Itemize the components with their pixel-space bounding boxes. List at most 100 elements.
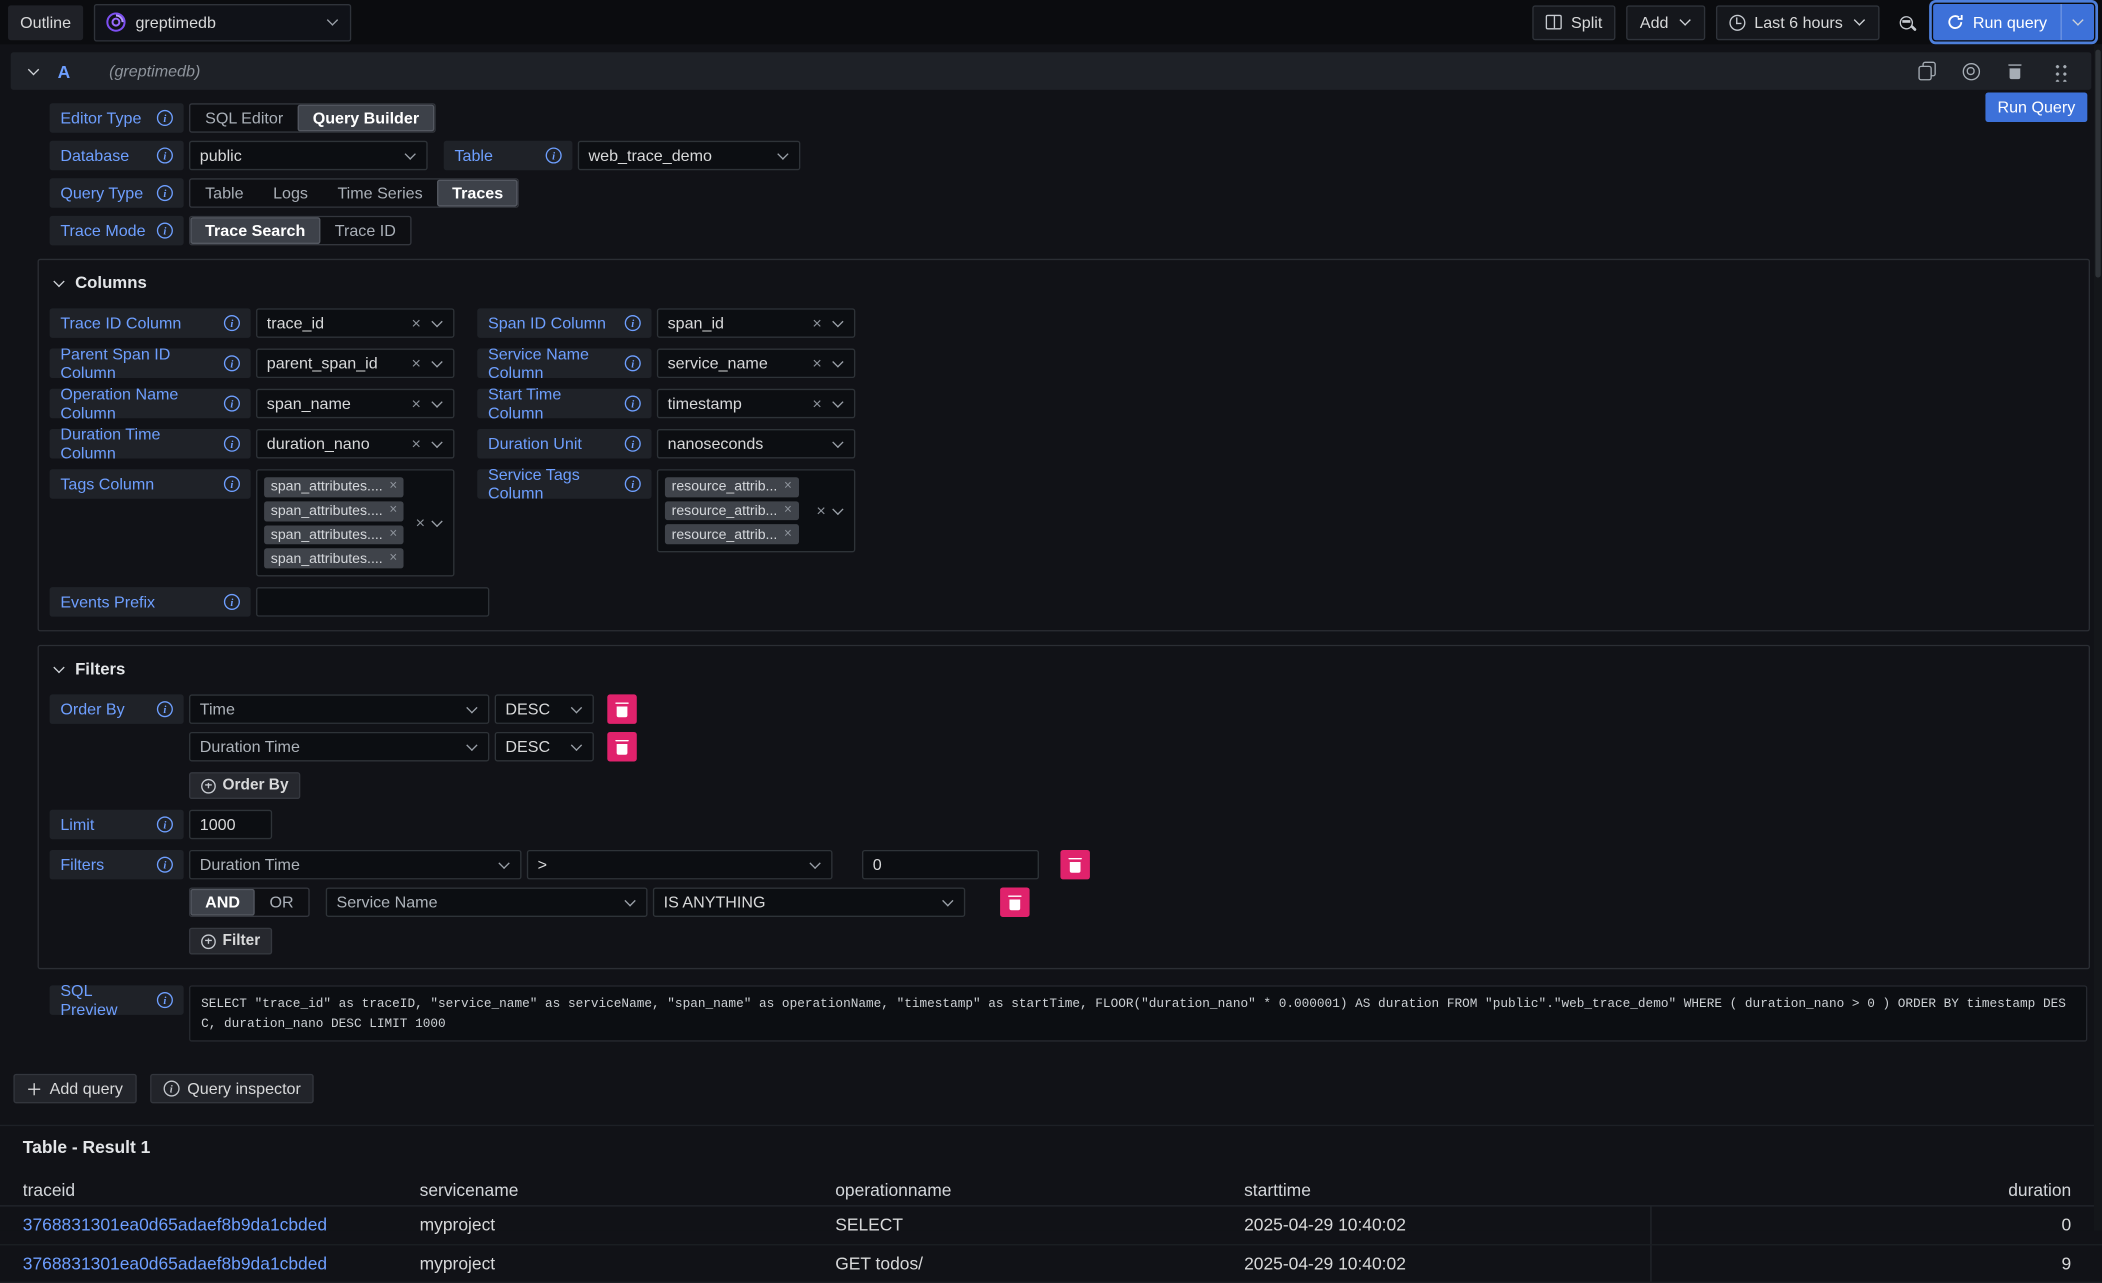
remove-tag-icon[interactable] [389,528,397,541]
add-filter-button[interactable]: Filter [189,928,272,955]
add-order-by-button[interactable]: Order By [189,772,301,799]
remove-order-by-button[interactable] [607,694,636,723]
traceid-link[interactable]: 3768831301ea0d65adaef8b9da1cbded [23,1215,327,1235]
info-icon[interactable] [625,436,641,452]
table-select[interactable]: web_trace_demo [578,141,801,170]
clear-icon[interactable] [412,355,421,371]
radio-option-traces[interactable]: Traces [437,180,517,207]
tags-column-multiselect[interactable]: span_attributes.... span_attributes.... … [256,469,454,576]
clear-icon[interactable] [412,315,421,331]
add-query-button[interactable]: Add query [13,1074,136,1103]
info-icon[interactable] [224,594,240,610]
clear-icon[interactable] [812,355,821,371]
radio-option-logs[interactable]: Logs [258,180,322,207]
traceid-link[interactable]: 3768831301ea0d65adaef8b9da1cbded [23,1253,327,1273]
info-icon[interactable] [157,147,173,163]
trace-id-column-select[interactable]: trace_id [256,308,454,337]
outline-button[interactable]: Outline [8,5,83,40]
remove-tag-icon[interactable] [784,480,792,493]
start-time-column-select[interactable]: timestamp [657,389,855,418]
duplicate-query-button[interactable] [1910,55,1942,87]
query-row-header[interactable]: A (greptimedb) [11,52,2092,90]
clear-all-icon[interactable] [816,503,825,519]
split-button[interactable]: Split [1532,5,1616,40]
remove-tag-icon[interactable] [784,528,792,541]
remove-order-by-button[interactable] [607,732,636,761]
radio-option-trace-id[interactable]: Trace ID [320,217,411,244]
query-inspector-button[interactable]: Query inspector [150,1074,314,1103]
filter-field-select[interactable]: Service Name [326,887,648,916]
radio-option-and[interactable]: AND [190,889,254,916]
order-by-field-select[interactable]: Time [189,694,489,723]
info-icon[interactable] [224,355,240,371]
service-name-column-select[interactable]: service_name [657,349,855,378]
remove-filter-button[interactable] [1000,887,1029,916]
run-query-dropdown-button[interactable] [2061,4,2095,40]
time-range-button[interactable]: Last 6 hours [1715,5,1879,40]
events-prefix-input[interactable] [256,587,489,616]
info-icon[interactable] [224,395,240,411]
order-by-direction-select[interactable]: DESC [495,694,594,723]
radio-option-trace-search[interactable]: Trace Search [190,217,320,244]
column-header-traceid[interactable]: traceid [0,1179,420,1199]
remove-tag-icon[interactable] [389,552,397,565]
info-icon[interactable] [157,816,173,832]
filter-operator-select[interactable]: > [527,850,833,879]
zoom-out-time-button[interactable] [1890,6,1922,38]
remove-filter-button[interactable] [1060,850,1089,879]
info-icon[interactable] [625,315,641,331]
info-icon[interactable] [157,701,173,717]
remove-tag-icon[interactable] [784,504,792,517]
radio-option-or[interactable]: OR [255,889,309,916]
filters-section-header[interactable]: Filters [52,657,2078,681]
order-by-direction-select[interactable]: DESC [495,732,594,761]
clear-icon[interactable] [412,436,421,452]
order-by-field-select[interactable]: Duration Time [189,732,489,761]
radio-option-table[interactable]: Table [190,180,258,207]
radio-option-time-series[interactable]: Time Series [323,180,438,207]
database-select[interactable]: public [189,141,428,170]
collapse-query-icon[interactable] [27,64,40,77]
info-icon[interactable] [224,476,240,492]
add-button[interactable]: Add [1626,5,1704,40]
filter-value-input[interactable]: 0 [862,850,1039,879]
remove-tag-icon[interactable] [389,504,397,517]
column-header-starttime[interactable]: starttime [1244,1179,1652,1199]
scrollbar-thumb[interactable] [2095,50,2100,278]
info-icon[interactable] [157,857,173,873]
collapse-filters-icon[interactable] [52,662,65,675]
info-icon[interactable] [157,185,173,201]
clear-all-icon[interactable] [416,515,425,531]
operation-name-column-select[interactable]: span_name [256,389,454,418]
collapse-columns-icon[interactable] [52,276,65,289]
info-icon[interactable] [157,992,173,1008]
info-icon[interactable] [157,223,173,239]
column-header-operationname[interactable]: operationname [835,1179,1244,1199]
info-icon[interactable] [224,315,240,331]
info-icon[interactable] [546,147,562,163]
limit-input[interactable]: 1000 [189,810,272,839]
filter-field-select[interactable]: Duration Time [189,850,521,879]
clear-icon[interactable] [812,395,821,411]
run-query-button[interactable]: Run query [1933,4,2061,40]
parent-span-id-column-select[interactable]: parent_span_id [256,349,454,378]
info-icon[interactable] [625,355,641,371]
radio-option-sql-editor[interactable]: SQL Editor [190,105,298,132]
duration-time-column-select[interactable]: duration_nano [256,429,454,458]
drag-query-handle[interactable] [2043,55,2075,87]
clear-icon[interactable] [412,395,421,411]
duration-unit-select[interactable]: nanoseconds [657,429,855,458]
remove-tag-icon[interactable] [389,480,397,493]
radio-option-query-builder[interactable]: Query Builder [298,105,434,132]
column-header-servicename[interactable]: servicename [420,1179,836,1199]
clear-icon[interactable] [812,315,821,331]
info-icon[interactable] [224,436,240,452]
span-id-column-select[interactable]: span_id [657,308,855,337]
info-icon[interactable] [157,110,173,126]
datasource-picker[interactable]: greptimedb [94,3,351,41]
run-query-panel-button[interactable]: Run Query [1985,93,2087,122]
remove-query-button[interactable] [1999,55,2031,87]
service-tags-column-multiselect[interactable]: resource_attrib... resource_attrib... re… [657,469,855,552]
column-header-duration[interactable]: duration [1652,1179,2102,1199]
info-icon[interactable] [625,395,641,411]
